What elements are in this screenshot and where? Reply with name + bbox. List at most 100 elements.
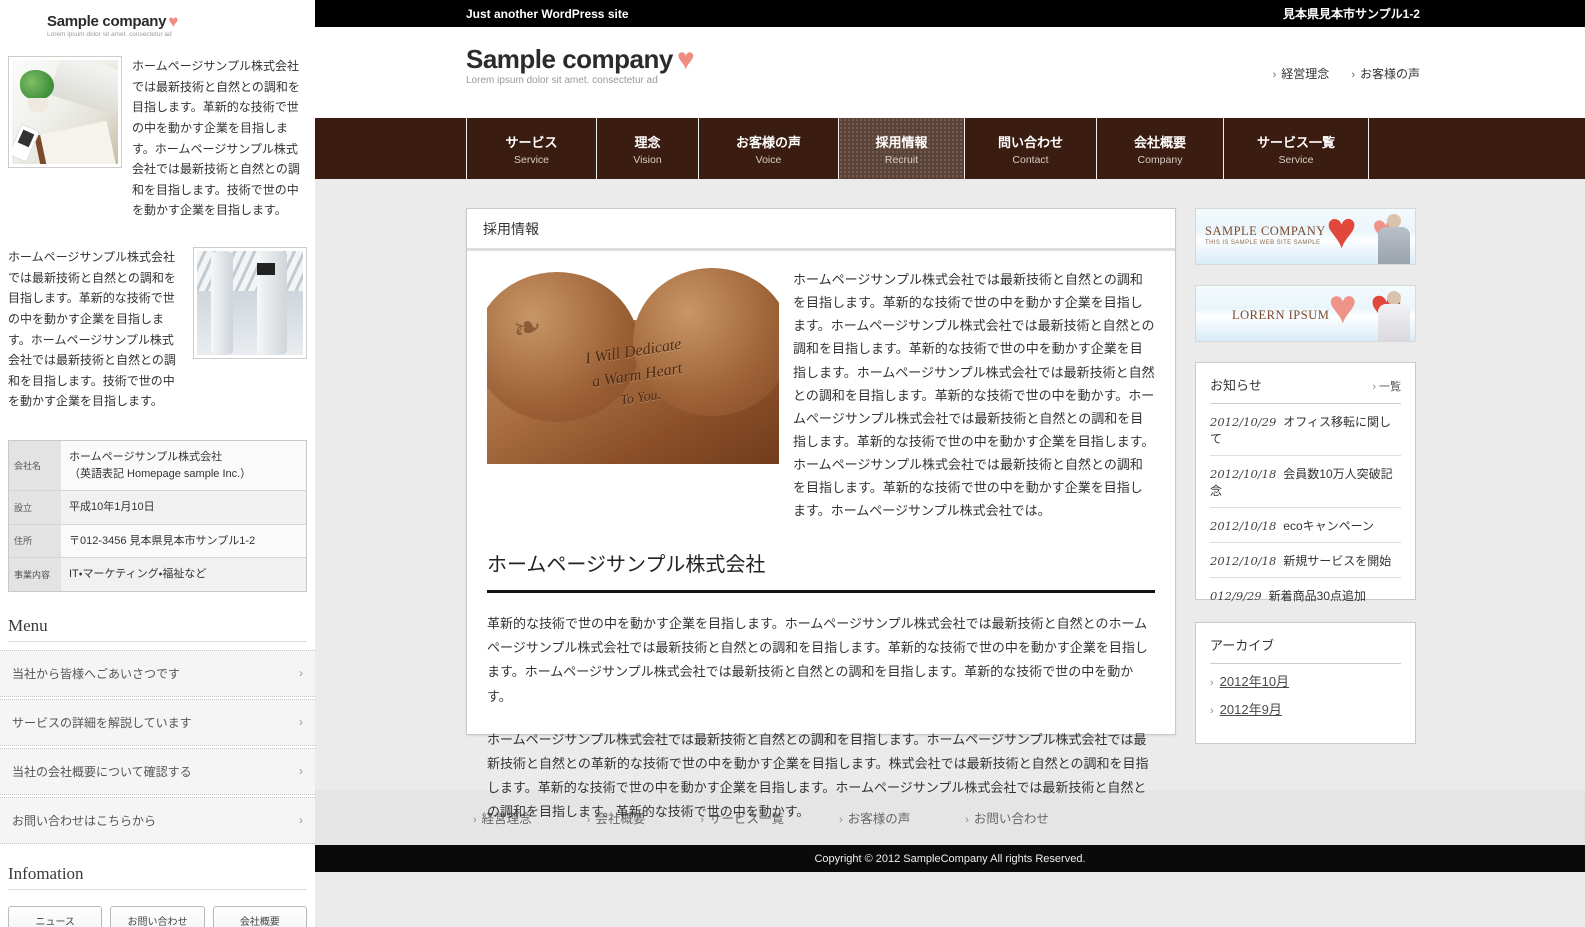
table-value: 〒012-3456 見本県見本市サンプル1-2 — [61, 525, 306, 558]
nav-item-voice[interactable]: お客様の声 Voice — [698, 118, 838, 179]
news-item[interactable]: 2012/10/29オフィス移転に関して — [1210, 404, 1401, 456]
plant-shape — [20, 70, 54, 100]
sidebar-about-text-1: ホームページサンプル株式会社では最新技術と自然との調和を目指します。革新的な技術… — [122, 56, 307, 221]
table-value: ホームページサンプル株式会社 （英語表記 Homepage sample Inc… — [61, 441, 306, 490]
archive-link[interactable]: ›2012年10月 — [1210, 664, 1401, 692]
column-shape — [211, 251, 233, 355]
heart-icon: ♥ — [677, 45, 695, 75]
chocolate-heart-photo: ❧ I Will Dedicate a Warm Heart To You. — [487, 268, 779, 464]
news-date: 2012/10/29 — [1210, 415, 1276, 429]
site-logo[interactable]: Sample company ♥ Lorem ipsum dolor sit a… — [466, 44, 695, 86]
table-value: IT・マーケティング・福祉など — [61, 558, 306, 591]
chevron-right-icon: › — [1351, 69, 1355, 81]
chevron-right-icon: › — [1273, 69, 1277, 81]
section-heading: ホームページサンプル株式会社 — [487, 548, 1155, 593]
desk-photo — [8, 56, 122, 168]
nav-label-en: Contact — [1012, 154, 1048, 166]
nav-label-en: Voice — [756, 154, 782, 166]
content-box-title: 採用情報 — [467, 209, 1175, 251]
businesswoman-photo — [1376, 291, 1412, 341]
news-item[interactable]: 012/9/29 新着商品30点追加 — [1210, 578, 1401, 612]
nav-label-jp: サービス一覧 — [1257, 132, 1335, 151]
heart-icon: ♥ — [1326, 208, 1357, 257]
menu-item-label: 当社から皆様へごあいさつです — [12, 665, 180, 682]
news-date: 2012/10/18 — [1210, 519, 1276, 533]
nav-label-en: Service — [1278, 154, 1313, 166]
archive-link[interactable]: ›2012年9月 — [1210, 692, 1401, 720]
heart-icon: ♥ — [168, 13, 178, 30]
header-links: ›経営理念 › お客様の声 — [1273, 65, 1420, 82]
header-link-voice[interactable]: › お客様の声 — [1351, 65, 1420, 82]
footer-bar: Copyright © 2012 SampleCompany All right… — [315, 845, 1585, 872]
contact-button[interactable]: お問い合わせ — [110, 906, 204, 927]
sidebar-logo[interactable]: Sample company ♥ Lorem ipsum dolor sit a… — [0, 0, 315, 44]
news-date: 012/9/29 — [1210, 589, 1262, 603]
main-navigation: サービス Service 理念 Vision お客様の声 Voice 採用情報 … — [315, 118, 1585, 179]
sidebar-about-text-2: ホームページサンプル株式会社では最新技術と自然との調和を目指します。革新的な技術… — [8, 247, 193, 412]
nav-item-company[interactable]: 会社概要 Company — [1096, 118, 1223, 179]
menu-item-greeting[interactable]: 当社から皆様へごあいさつです › — [0, 650, 315, 697]
nav-label-en: Recruit — [885, 154, 918, 166]
plant-pot-shape — [28, 98, 48, 112]
page: Sample company ♥ Lorem ipsum dolor sit a… — [0, 0, 1585, 927]
recruit-intro-text: ホームページサンプル株式会社では最新技術と自然との調和を目指します。革新的な技術… — [779, 268, 1155, 522]
nav-label-jp: 採用情報 — [875, 132, 927, 151]
information-heading: Infomation — [8, 864, 307, 890]
topbar-site-tagline: Just another WordPress site — [466, 7, 629, 21]
news-text: 新着商品30点追加 — [1269, 589, 1366, 603]
footer-copyright: Copyright © 2012 SampleCompany All right… — [814, 853, 1085, 865]
nav-item-vision[interactable]: 理念 Vision — [596, 118, 698, 179]
screen-shape — [257, 263, 275, 275]
menu-item-label: サービスの詳細を解説しています — [12, 714, 192, 731]
news-list-link[interactable]: ›一覧 — [1372, 378, 1401, 394]
news-item[interactable]: 2012/10/18新規サービスを開始 — [1210, 543, 1401, 578]
nav-item-service-list[interactable]: サービス一覧 Service — [1223, 118, 1369, 179]
topbar: Just another WordPress site 見本県見本市サンプル1-… — [315, 0, 1585, 27]
news-heading: お知らせ — [1210, 375, 1262, 394]
news-item[interactable]: 2012/10/18 ecoキャンペーン — [1210, 508, 1401, 543]
archive-box: アーカイブ ›2012年10月 ›2012年9月 — [1195, 622, 1416, 744]
header-link-label: お客様の声 — [1360, 67, 1420, 81]
site-logo-tagline: Lorem ipsum dolor sit amet. consectetur … — [466, 75, 695, 86]
company-button[interactable]: 会社概要 — [213, 906, 307, 927]
nav-label-en: Company — [1138, 154, 1183, 166]
heart-icon: ♥ — [1329, 285, 1358, 332]
nav-label-en: Service — [514, 154, 549, 166]
menu-heading: Menu — [8, 616, 307, 642]
right-sidebar: ♥ ♥ SAMPLE COMPANY THIS IS SAMPLE WEB SI… — [1195, 208, 1416, 752]
table-row: 事業内容 IT・マーケティング・福祉など — [9, 557, 306, 591]
sidebar-logo-title: Sample company — [47, 13, 166, 30]
news-date: 2012/10/18 — [1210, 467, 1276, 481]
news-date: 2012/10/18 — [1210, 554, 1276, 568]
news-button[interactable]: ニュース — [8, 906, 102, 927]
nav-label-jp: サービス — [505, 132, 557, 151]
nav-item-contact[interactable]: 問い合わせ Contact — [964, 118, 1096, 179]
table-label: 会社名 — [9, 441, 61, 490]
body-paragraph-1: 革新的な技術で世の中を動かす企業を目指します。ホームページサンプル株式会社では最… — [487, 612, 1155, 708]
chevron-right-icon: › — [1372, 381, 1376, 393]
banner-title: SAMPLE COMPANY — [1205, 224, 1326, 239]
nav-item-service[interactable]: サービス Service — [466, 118, 596, 179]
nav-label-en: Vision — [633, 154, 661, 166]
banner-lorern-ipsum[interactable]: ♥ ♥ LORERN IPSUM — [1195, 285, 1416, 342]
news-list-link-label: 一覧 — [1379, 381, 1401, 393]
notebook-shape — [34, 121, 116, 164]
banner-subtitle: THIS IS SAMPLE WEB SITE SAMPLE — [1205, 240, 1320, 246]
menu-item-contact[interactable]: お問い合わせはこちらから › — [0, 797, 315, 844]
news-text: ecoキャンペーン — [1283, 519, 1374, 533]
menu-item-service-detail[interactable]: サービスの詳細を解説しています › — [0, 699, 315, 746]
chevron-right-icon: › — [1210, 705, 1214, 717]
menu-item-label: 当社の会社概要について確認する — [12, 763, 192, 780]
header-link-philosophy[interactable]: ›経営理念 — [1273, 65, 1330, 82]
news-item[interactable]: 2012/10/18会員数10万人突破記念 — [1210, 456, 1401, 508]
banner-sample-company[interactable]: ♥ ♥ SAMPLE COMPANY THIS IS SAMPLE WEB SI… — [1195, 208, 1416, 265]
nav-item-recruit[interactable]: 採用情報 Recruit — [838, 118, 964, 179]
chevron-right-icon: › — [299, 813, 303, 827]
sidebar-menu: 当社から皆様へごあいさつです › サービスの詳細を解説しています › 当社の会社… — [0, 650, 315, 846]
site-logo-title: Sample company — [466, 44, 673, 75]
left-sidebar: Sample company ♥ Lorem ipsum dolor sit a… — [0, 0, 315, 927]
table-row: 設立 平成10年1月10日 — [9, 490, 306, 524]
menu-item-company-profile[interactable]: 当社の会社概要について確認する › — [0, 748, 315, 795]
laptop-shape — [49, 60, 118, 116]
archive-link-label: 2012年10月 — [1220, 674, 1289, 689]
